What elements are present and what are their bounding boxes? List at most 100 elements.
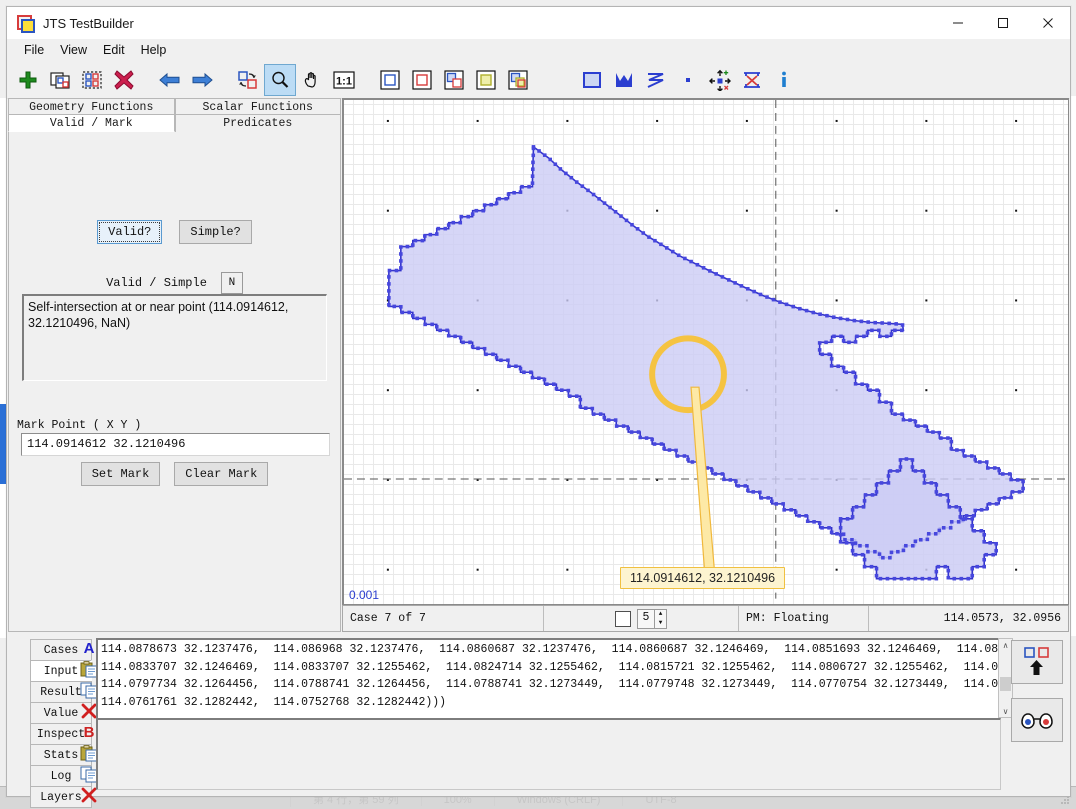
- previous-case-button[interactable]: [155, 65, 185, 95]
- valid-mark-panel: Valid? Simple? Valid / Simple N Self-int…: [8, 132, 341, 632]
- extract-component-button[interactable]: [737, 65, 767, 95]
- delete-b-icon: [81, 787, 97, 803]
- valid-simple-label: Valid / Simple: [106, 276, 207, 290]
- tab-label: Log: [50, 769, 72, 783]
- pan-tool-button[interactable]: [297, 65, 327, 95]
- info-button[interactable]: [769, 65, 799, 95]
- reveal-topology-checkbox[interactable]: [615, 610, 631, 627]
- main-content: Geometry Functions Scalar Functions Vali…: [7, 98, 1070, 808]
- zoom-tool-icon: [272, 71, 289, 88]
- geometry-b-text[interactable]: [96, 718, 1001, 790]
- draw-polygon-button[interactable]: [609, 65, 639, 95]
- draw-point-icon: [686, 77, 690, 82]
- delete-case-icon: [114, 69, 134, 90]
- add-case-icon: [19, 71, 37, 88]
- paste-case-button[interactable]: [77, 65, 107, 95]
- zoom-to-full-extent-button[interactable]: [375, 65, 405, 95]
- delete-case-button[interactable]: [109, 65, 139, 95]
- draw-point-button[interactable]: [673, 65, 703, 95]
- load-geometry-button[interactable]: [1011, 640, 1063, 684]
- valid-button[interactable]: Valid?: [97, 220, 163, 244]
- geometry-a-text[interactable]: 114.0878673 32.1237476, 114.086968 32.12…: [96, 638, 1001, 721]
- info-icon: [782, 71, 786, 87]
- function-tabs-row: Geometry Functions Scalar Functions: [8, 98, 341, 115]
- copy-case-icon: [50, 71, 70, 89]
- letter-a: A: [83, 639, 95, 657]
- case-indicator: Case 7 of 7: [343, 606, 544, 631]
- tab-label: Scalar Functions: [202, 100, 313, 114]
- zoom-to-input-a-icon: [476, 69, 496, 90]
- inspect-geometry-button[interactable]: [1011, 698, 1063, 742]
- window-title: JTS TestBuilder: [43, 15, 134, 31]
- validity-buttons-row: Valid? Simple?: [9, 220, 340, 244]
- exchange-geometry-button[interactable]: [233, 65, 263, 95]
- zoom-to-input-a-button[interactable]: [471, 65, 501, 95]
- set-mark-button[interactable]: Set Mark: [80, 462, 161, 486]
- binoculars-icon: [1021, 713, 1053, 729]
- menu-item-help[interactable]: Help: [133, 41, 175, 59]
- title-bar: JTS TestBuilder: [7, 7, 1070, 39]
- tab-label: Value: [43, 706, 79, 720]
- letter-b: B: [83, 723, 95, 741]
- zoom-to-input-button[interactable]: [439, 65, 469, 95]
- app-logo-icon: [17, 15, 35, 33]
- draw-rectangle-icon: [583, 71, 601, 88]
- draw-linestring-icon: [647, 72, 664, 88]
- valid-simple-result-row: Valid / Simple N: [9, 272, 340, 294]
- geometry-rendering: [344, 100, 1068, 599]
- minimize-icon: [952, 22, 963, 24]
- tab-predicates[interactable]: Predicates: [174, 114, 341, 132]
- mark-point-input[interactable]: 114.0914612 32.1210496: [21, 433, 330, 456]
- spinner-down-icon[interactable]: ▼: [655, 619, 666, 628]
- map-viewport[interactable]: 114.0914612, 32.1210496 0.001: [342, 98, 1069, 605]
- tab-valid-mark[interactable]: Valid / Mark: [8, 114, 175, 132]
- minimize-button[interactable]: [935, 7, 980, 39]
- svg-text:1:1: 1:1: [336, 75, 352, 87]
- jts-testbuilder-window: JTS TestBuilder File View Edit Help 1:1 …: [6, 6, 1071, 808]
- copy-case-button[interactable]: [45, 65, 75, 95]
- bottom-panel-actions: [1011, 640, 1065, 756]
- mark-coordinate-tooltip: 114.0914612, 32.1210496: [620, 567, 786, 589]
- zoom-tool-button[interactable]: [264, 63, 296, 96]
- spinner-up-icon[interactable]: ▲: [655, 610, 666, 619]
- menu-bar: File View Edit Help: [7, 39, 1070, 61]
- edit-vertex-button[interactable]: [705, 65, 735, 95]
- toolbar: 1:1: [7, 61, 1070, 99]
- tab-scalar-functions[interactable]: Scalar Functions: [174, 98, 341, 115]
- menu-item-edit[interactable]: Edit: [95, 41, 133, 59]
- mark-point-label: Mark Point ( X Y ): [17, 419, 142, 432]
- close-icon: [1042, 18, 1053, 28]
- zoom-to-input-b-button[interactable]: [503, 65, 533, 95]
- cursor-coordinates: 114.0573, 32.0956: [943, 612, 1061, 625]
- draw-rectangle-button[interactable]: [577, 65, 607, 95]
- display-options: 5 ▲ ▼: [544, 606, 739, 631]
- bottom-panel: Cases Input Result Value Inspect Stats L…: [8, 634, 1069, 808]
- zoom-one-to-one-button[interactable]: 1:1: [329, 65, 359, 95]
- pan-tool-icon: [304, 71, 316, 88]
- mark-buttons-row: Set Mark Clear Mark: [9, 462, 340, 486]
- tab-geometry-functions[interactable]: Geometry Functions: [8, 98, 175, 115]
- zoom-one-to-one-icon: 1:1: [333, 70, 355, 89]
- next-case-icon: [192, 72, 213, 87]
- valid-simple-value: N: [220, 272, 243, 294]
- scrollbar-thumb[interactable]: [1000, 677, 1011, 691]
- zoom-to-result-button[interactable]: [407, 65, 437, 95]
- menu-item-file[interactable]: File: [16, 41, 52, 59]
- precision-model: PM: Floating: [739, 606, 869, 631]
- close-button[interactable]: [1025, 7, 1070, 39]
- tab-label: Stats: [43, 748, 79, 762]
- stroke-width-spinner[interactable]: 5 ▲ ▼: [637, 608, 667, 629]
- spinner-arrows[interactable]: ▲ ▼: [654, 609, 666, 628]
- clear-mark-button[interactable]: Clear Mark: [174, 462, 269, 486]
- simple-button[interactable]: Simple?: [179, 220, 252, 244]
- validation-error-message: Self-intersection at or near point (114.…: [22, 294, 327, 381]
- tab-label: Valid / Mark: [49, 116, 133, 130]
- delete-a-icon: [81, 703, 97, 719]
- menu-item-view[interactable]: View: [52, 41, 95, 59]
- draw-linestring-button[interactable]: [641, 65, 671, 95]
- next-case-button[interactable]: [187, 65, 217, 95]
- spinner-value: 5: [642, 610, 650, 624]
- add-case-button[interactable]: [13, 65, 43, 95]
- maximize-button[interactable]: [980, 7, 1025, 39]
- tab-label: Cases: [43, 643, 79, 657]
